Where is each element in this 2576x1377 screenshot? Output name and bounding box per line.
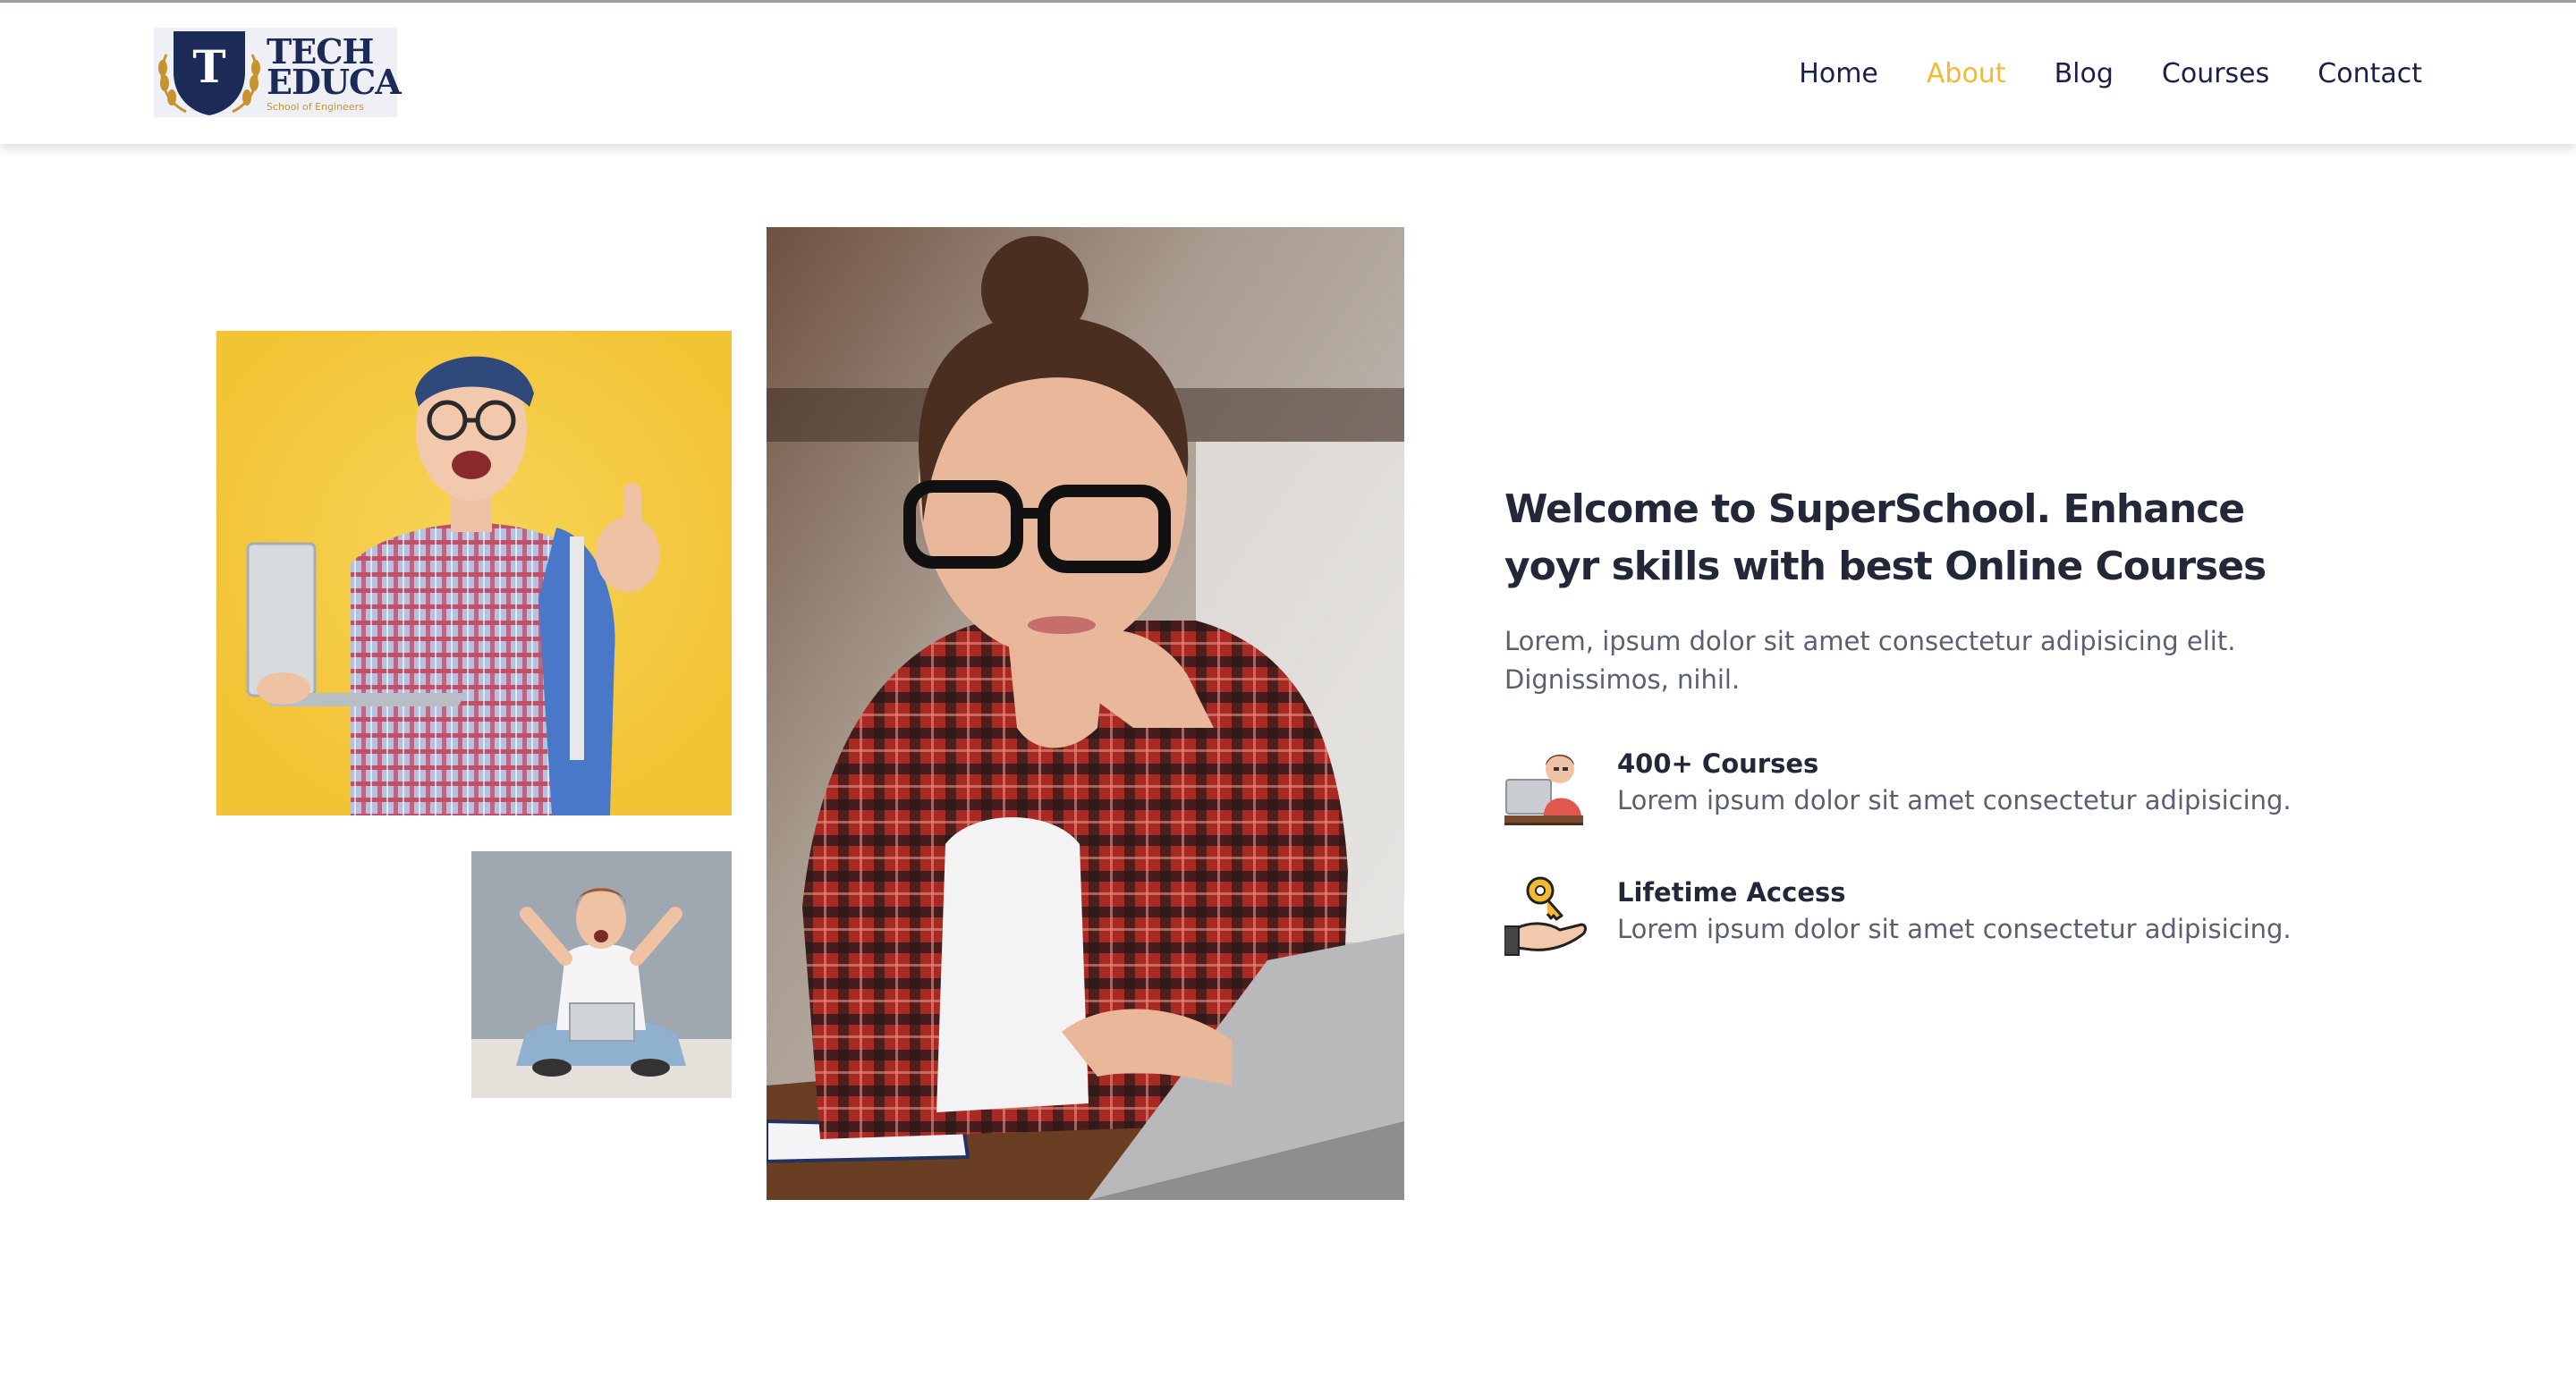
nav-courses[interactable]: Courses (2162, 58, 2269, 90)
student-computer-icon (1504, 755, 1583, 825)
about-lead-text: Lorem, ipsum dolor sit amet consectetur … (1504, 626, 2236, 695)
site-logo[interactable]: T TECH EDUCA School of Engineers (154, 28, 402, 117)
feature-courses-text: Lorem ipsum dolor sit amet consectetur a… (1617, 785, 2292, 815)
feature-lifetime-access-title: Lifetime Access (1617, 877, 1846, 908)
surprised-man-photo (471, 851, 732, 1098)
feature-courses: 400+ Courses Lorem ipsum dolor sit amet … (1504, 746, 2345, 835)
student-laptop-photo (216, 331, 732, 815)
logo-title-line2: EDUCA (267, 62, 402, 102)
nav-contact[interactable]: Contact (2318, 58, 2422, 90)
woman-studying-photo (767, 227, 1404, 1200)
site-header: T TECH EDUCA School of Engineers Home Ab… (0, 3, 2576, 144)
nav-blog[interactable]: Blog (2055, 58, 2114, 90)
feature-lifetime-access: Lifetime Access Lorem ipsum dolor sit am… (1504, 874, 2345, 964)
key-in-hand-icon (1504, 876, 1587, 956)
logo-letter: T (192, 40, 226, 93)
logo-tagline: School of Engineers (267, 101, 364, 113)
feature-courses-title: 400+ Courses (1617, 748, 1819, 779)
feature-lifetime-access-text: Lorem ipsum dolor sit amet consectetur a… (1617, 914, 2292, 944)
nav-about[interactable]: About (1927, 58, 2006, 90)
about-section: Welcome to SuperSchool. Enhance yoyr ski… (1504, 481, 2345, 956)
nav-home[interactable]: Home (1799, 58, 1878, 90)
about-heading: Welcome to SuperSchool. Enhance yoyr ski… (1504, 486, 2267, 589)
main-nav: Home About Blog Courses Contact (1750, 58, 2422, 90)
